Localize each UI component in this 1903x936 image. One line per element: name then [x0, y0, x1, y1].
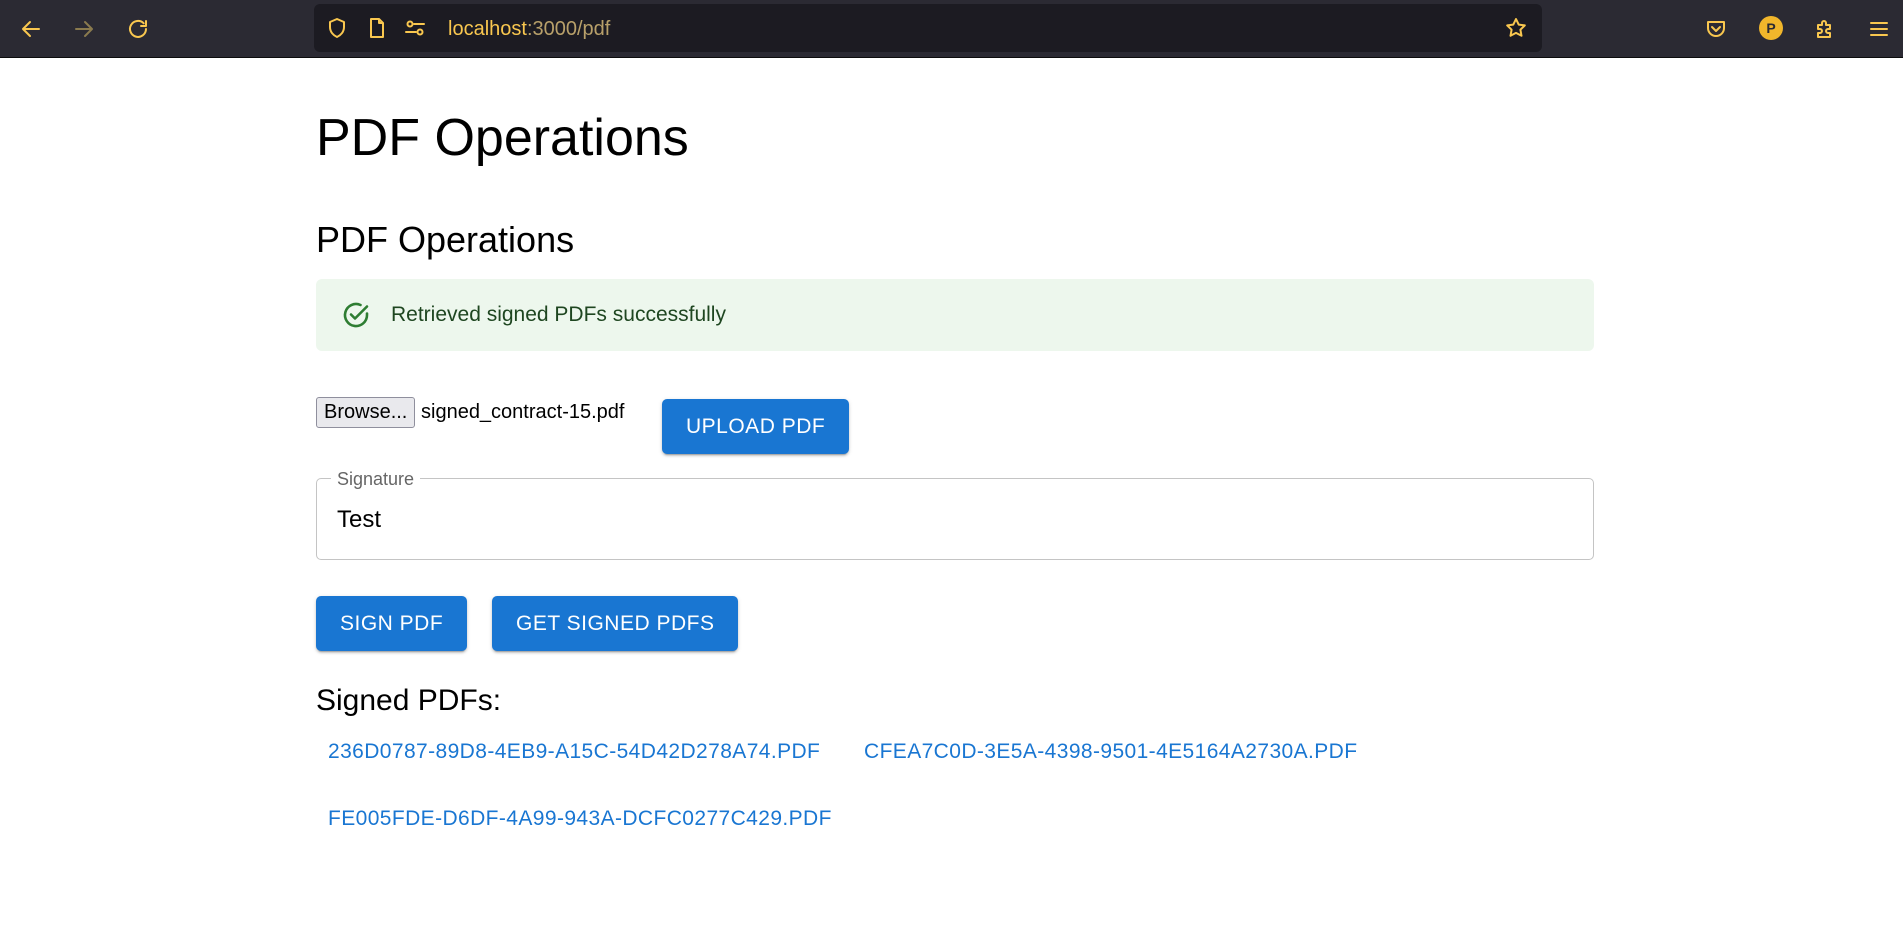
arrow-right-icon [75, 21, 93, 37]
browse-button[interactable]: Browse... [316, 397, 416, 428]
signed-pdf-link[interactable]: fe005fde-d6df-4a99-943a-dcfc0277c429.pdf [328, 806, 832, 832]
signed-pdf-link[interactable]: cfea7c0d-3e5a-4398-9501-4e5164a2730a.pdf [864, 739, 1357, 765]
signature-input[interactable]: Test [337, 506, 381, 534]
back-button[interactable] [13, 11, 49, 47]
shield-icon[interactable] [325, 16, 349, 40]
get-signed-pdfs-button[interactable]: Get Signed PDFs [492, 596, 739, 651]
app-menu-button[interactable] [1861, 11, 1897, 47]
url-text[interactable]: localhost:3000/pdf [448, 17, 610, 41]
reload-button[interactable] [120, 11, 156, 47]
pocket-button[interactable] [1698, 11, 1734, 47]
permissions-icon[interactable] [403, 16, 427, 40]
selected-file-name: signed_contract-15.pdf [421, 401, 625, 423]
signed-pdfs-heading: Signed PDFs: [316, 684, 502, 717]
success-alert: Retrieved signed PDFs successfully [316, 279, 1594, 351]
star-icon[interactable] [1504, 16, 1528, 40]
check-circle-icon [343, 302, 369, 328]
browser-toolbar: localhost:3000/pdf P [0, 0, 1903, 58]
url-host: localhost [448, 18, 527, 40]
hamburger-menu-icon [1870, 22, 1888, 36]
sign-pdf-button[interactable]: Sign PDF [316, 596, 468, 651]
extensions-button[interactable] [1807, 11, 1843, 47]
pocket-icon [1707, 21, 1725, 37]
address-bar[interactable]: localhost:3000/pdf [314, 4, 1542, 52]
forward-button[interactable] [66, 11, 102, 47]
section-title: PDF Operations [316, 219, 575, 260]
upload-pdf-button[interactable]: Upload PDF [662, 399, 850, 454]
puzzle-icon [1817, 20, 1831, 38]
page-icon[interactable] [365, 16, 389, 40]
signature-field[interactable]: Signature Test [316, 469, 1594, 560]
reload-icon [129, 19, 147, 38]
signature-label: Signature [331, 469, 421, 489]
page-title: PDF Operations [316, 109, 689, 167]
url-path: :3000/pdf [526, 18, 611, 40]
arrow-left-icon [22, 21, 40, 37]
profile-avatar[interactable]: P [1759, 16, 1783, 40]
signed-pdf-link[interactable]: 236d0787-89d8-4eb9-a15c-54d42d278a74.pdf [328, 739, 820, 765]
alert-message: Retrieved signed PDFs successfully [391, 303, 726, 326]
